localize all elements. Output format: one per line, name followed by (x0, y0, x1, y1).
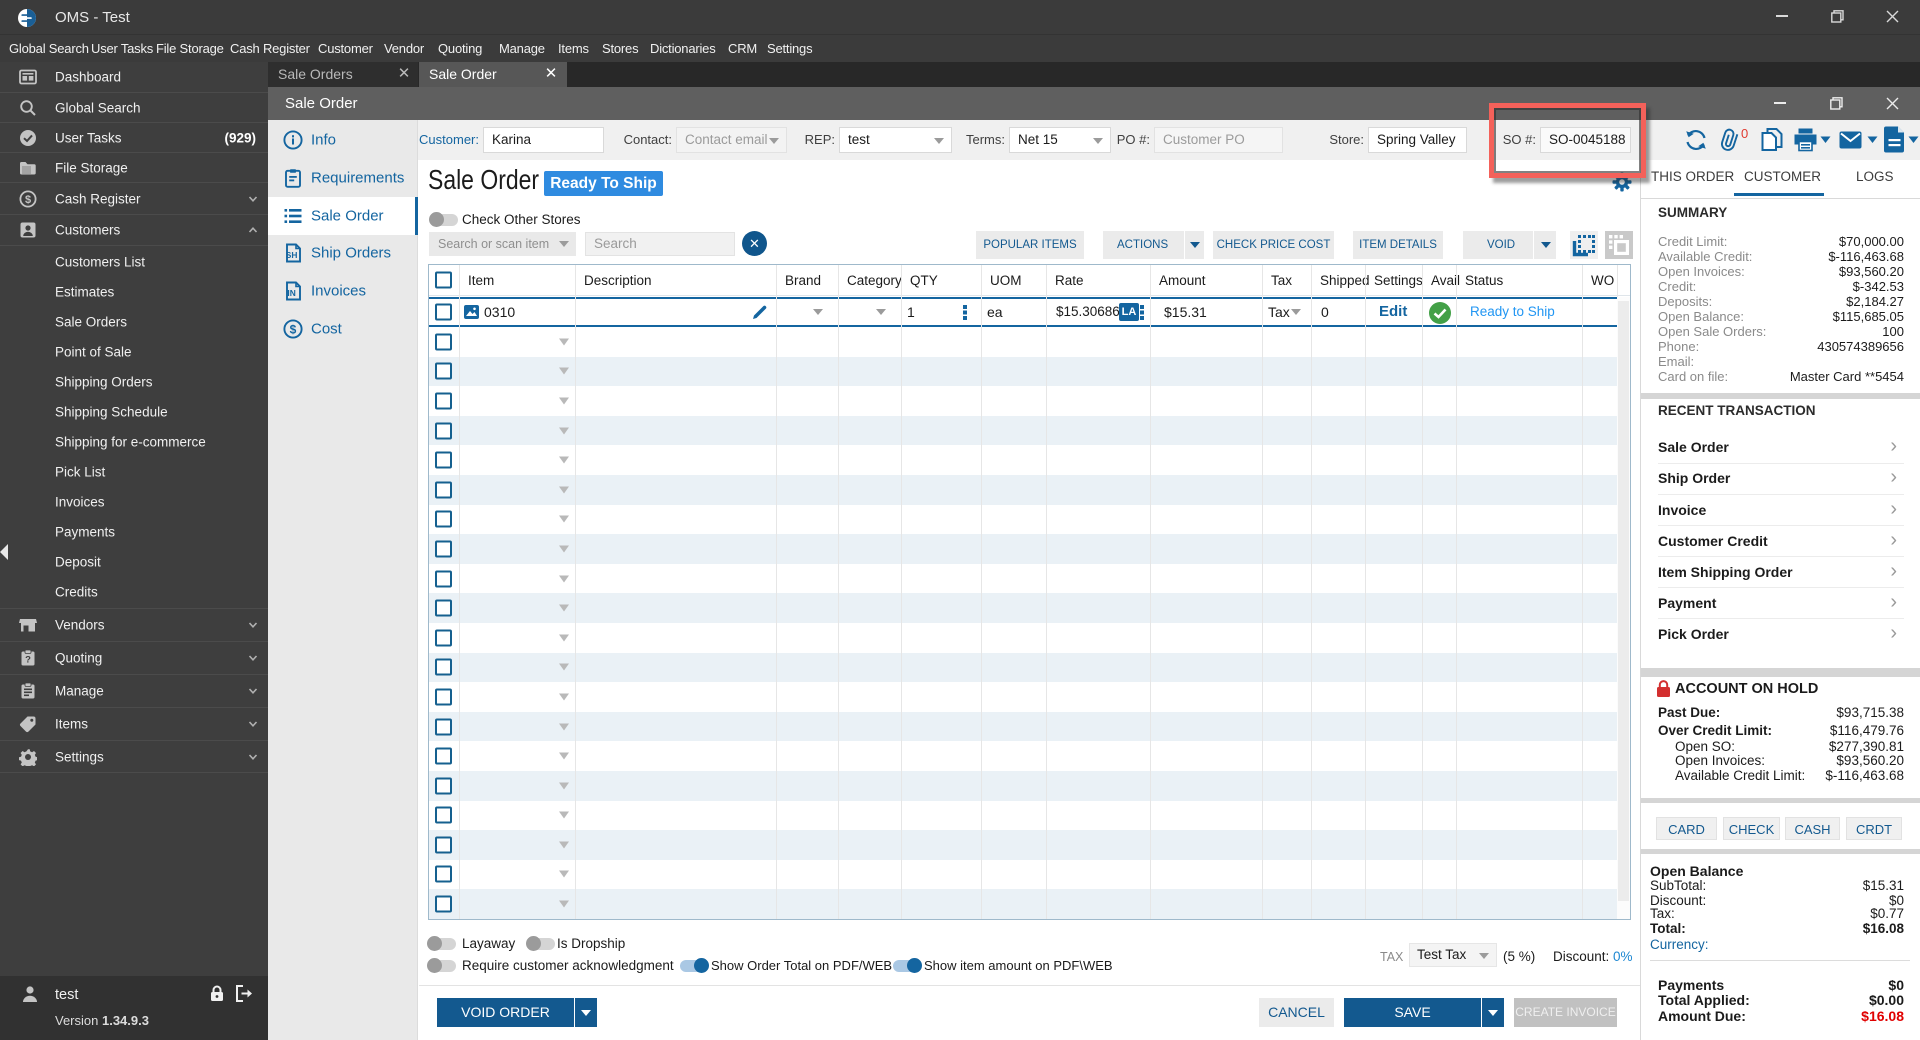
svg-text:IN: IN (287, 288, 295, 298)
svg-text:?: ? (25, 654, 31, 665)
svg-text:$: $ (25, 194, 31, 206)
svg-text:$: $ (290, 322, 297, 336)
svg-text:SH: SH (286, 250, 298, 260)
